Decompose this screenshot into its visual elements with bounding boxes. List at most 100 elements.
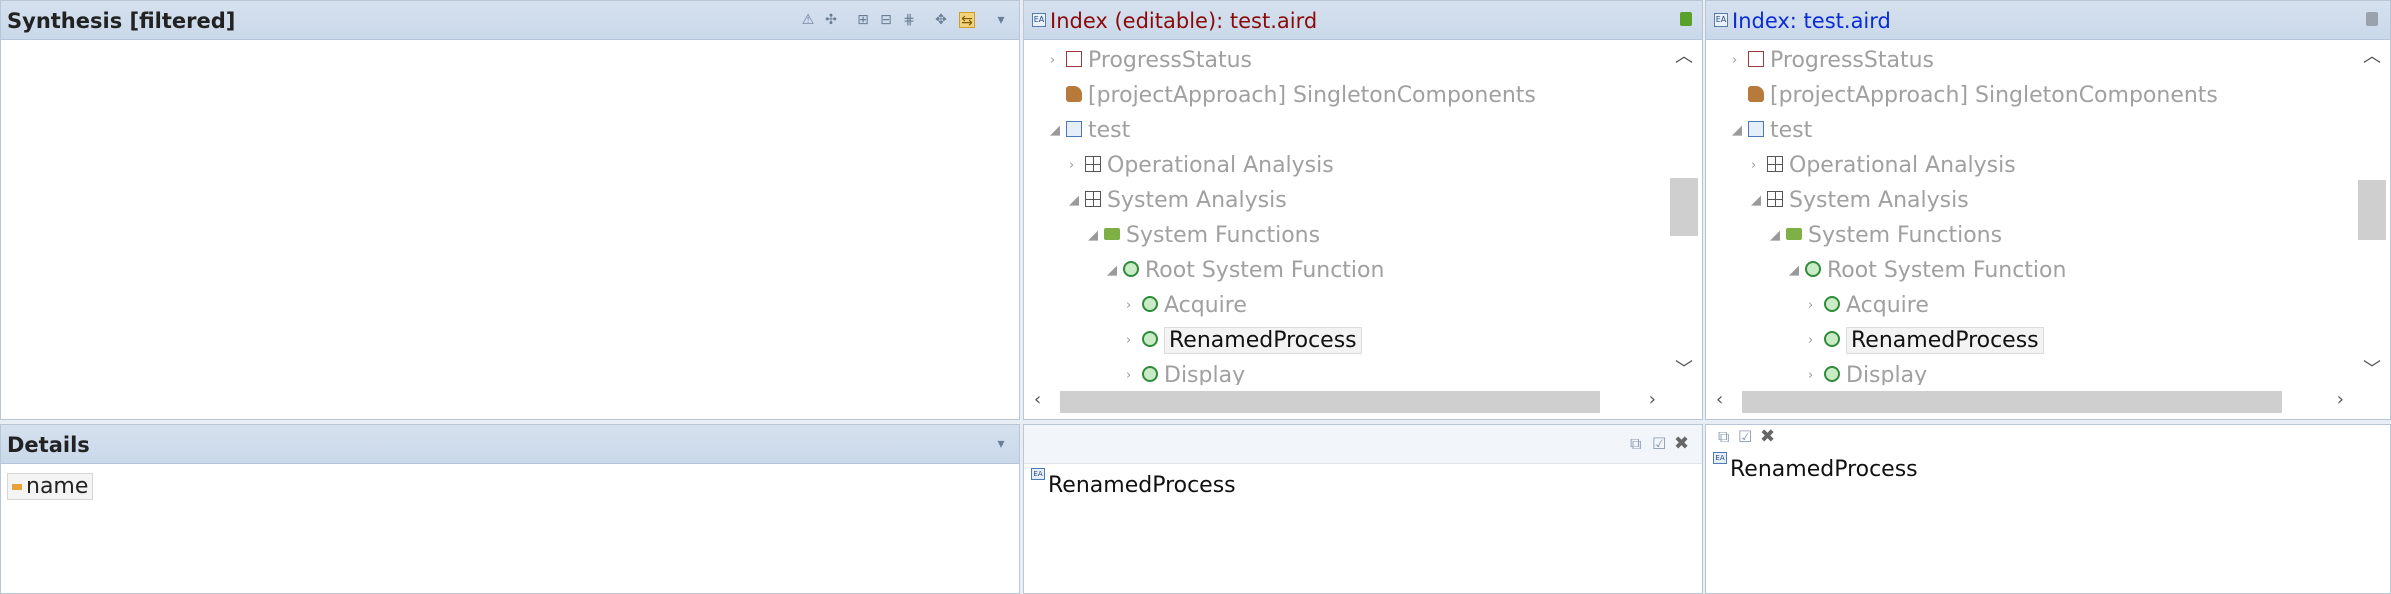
horizontal-scrollbar[interactable]: ‹ ›	[1706, 385, 2354, 419]
scroll-thumb[interactable]	[1742, 391, 2282, 413]
tree-row[interactable]: [projectApproach] SingletonComponents	[1066, 79, 1536, 113]
index-editable-title: Index (editable): test.aird	[1050, 9, 1318, 33]
tree-row[interactable]: ◢ System Functions	[1088, 219, 1320, 253]
index-readonly-header: EA Index: test.aird	[1706, 1, 2390, 40]
function-icon	[1123, 261, 1139, 277]
index-icon: EA	[1032, 13, 1046, 27]
synthesis-title: Synthesis [filtered]	[7, 9, 236, 33]
layer-icon	[1767, 191, 1783, 207]
tree-row[interactable]: [projectApproach] SingletonComponents	[1748, 79, 2218, 113]
link-with-editor-icon[interactable]: ⇆	[959, 12, 975, 29]
layer-icon	[1085, 191, 1101, 207]
settings-icon[interactable]: ✥	[933, 12, 949, 28]
tree-row[interactable]: ◢ Root System Function	[1107, 254, 1384, 288]
scroll-left-icon[interactable]: ‹	[1034, 389, 1041, 410]
table-icon	[1748, 51, 1764, 67]
tree-row[interactable]: ◢ System Analysis	[1751, 184, 1969, 218]
collapse-arrow-icon[interactable]: ◢	[1107, 254, 1117, 288]
check-icon[interactable]: ☑	[1738, 427, 1752, 446]
expand-arrow-icon[interactable]: ›	[1732, 44, 1737, 78]
index-editable-tree[interactable]: › ProgressStatus [projectApproach] Single…	[1024, 40, 1666, 385]
check-icon[interactable]: ☑	[1652, 434, 1666, 453]
expand-arrow-icon[interactable]: ›	[1069, 149, 1074, 183]
approach-icon	[1748, 86, 1764, 102]
expand-all-icon[interactable]: ⊞	[855, 12, 871, 28]
layer-icon	[1085, 156, 1101, 172]
scroll-right-icon[interactable]: ›	[2337, 389, 2344, 410]
vertical-scrollbar[interactable]: ︿ ﹀	[2354, 40, 2390, 385]
scroll-right-icon[interactable]: ›	[1649, 389, 1656, 410]
collapse-arrow-icon[interactable]: ◢	[1789, 254, 1799, 288]
tree-row-selected[interactable]: › RenamedProcess	[1126, 324, 1362, 358]
property-pane-right: ⧉ ☑ ✖ EA RenamedProcess	[1705, 424, 2391, 594]
index-readonly-pane: EA Index: test.aird › ProgressStatus [pro…	[1705, 0, 2391, 420]
tree-row[interactable]: › Display	[1808, 359, 1927, 385]
collapse-arrow-icon[interactable]: ◢	[1751, 184, 1761, 218]
name-field[interactable]: name	[7, 473, 94, 500]
collapse-arrow-icon[interactable]: ◢	[1050, 114, 1060, 148]
scroll-up-icon[interactable]: ︿	[2354, 42, 2390, 68]
collapse-all-icon[interactable]: ⊟	[878, 12, 894, 28]
tree-row[interactable]: › Operational Analysis	[1751, 149, 2016, 183]
tree-row[interactable]: › ProgressStatus	[1732, 44, 1934, 78]
index-readonly-tree[interactable]: › ProgressStatus [projectApproach] Single…	[1706, 40, 2354, 385]
expand-arrow-icon[interactable]: ›	[1808, 359, 1813, 385]
collapse-arrow-icon[interactable]: ◢	[1088, 219, 1098, 253]
restore-icon[interactable]: ⧉	[1630, 434, 1641, 454]
tree-row[interactable]: ◢ System Analysis	[1069, 184, 1287, 218]
scroll-left-icon[interactable]: ‹	[1716, 389, 1723, 410]
restore-icon[interactable]: ⧉	[1718, 427, 1729, 447]
expand-arrow-icon[interactable]: ›	[1808, 289, 1813, 323]
attribute-icon	[12, 484, 22, 490]
tree-row-selected[interactable]: › RenamedProcess	[1808, 324, 2044, 358]
tree-row[interactable]: › Operational Analysis	[1069, 149, 1334, 183]
close-icon[interactable]: ✖	[1760, 426, 1775, 447]
tree-row[interactable]: ◢ test	[1732, 114, 1812, 148]
expand-arrow-icon[interactable]: ›	[1126, 289, 1131, 323]
scroll-down-icon[interactable]: ﹀	[1666, 355, 1702, 381]
expand-arrow-icon[interactable]: ›	[1050, 44, 1055, 78]
synthesis-pane: Synthesis [filtered] ⚠ ✣ ⊞ ⊟ ⋕ ✥ ⇆ ▾	[0, 0, 1020, 420]
tree-row[interactable]: ◢ System Functions	[1770, 219, 2002, 253]
property-value: RenamedProcess	[1730, 457, 1918, 482]
collapse-arrow-icon[interactable]: ◢	[1770, 219, 1780, 253]
expand-arrow-icon[interactable]: ›	[1751, 149, 1756, 183]
layer-icon	[1767, 156, 1783, 172]
scroll-thumb[interactable]	[1060, 391, 1600, 413]
scroll-down-icon[interactable]: ﹀	[2354, 355, 2390, 381]
scroll-thumb[interactable]	[1670, 178, 1698, 236]
tree-row[interactable]: › Acquire	[1808, 289, 1929, 323]
function-icon	[1142, 296, 1158, 312]
element-icon: EA	[1031, 468, 1045, 480]
view-menu-icon[interactable]: ▾	[993, 436, 1009, 452]
property-value: RenamedProcess	[1048, 473, 1236, 498]
function-icon	[1824, 296, 1840, 312]
tree-row[interactable]: › Display	[1126, 359, 1245, 385]
view-menu-icon[interactable]: ▾	[993, 12, 1009, 28]
folder-icon	[1786, 228, 1802, 240]
details-field[interactable]: name	[7, 473, 94, 500]
tree-row[interactable]: ◢ test	[1050, 114, 1130, 148]
scroll-thumb[interactable]	[2358, 180, 2386, 240]
index-readonly-title: Index: test.aird	[1732, 9, 1891, 33]
function-icon	[1824, 331, 1840, 347]
expand-arrow-icon[interactable]: ›	[1126, 324, 1131, 358]
tree-row[interactable]: › Acquire	[1126, 289, 1247, 323]
unlocked-icon	[1680, 12, 1692, 26]
collapse-arrow-icon[interactable]: ◢	[1732, 114, 1742, 148]
approach-icon	[1066, 86, 1082, 102]
filter-icon[interactable]: ✣	[823, 12, 839, 28]
collapse-arrow-icon[interactable]: ◢	[1069, 184, 1079, 218]
expand-arrow-icon[interactable]: ›	[1808, 324, 1813, 358]
table-icon	[1066, 51, 1082, 67]
tree-row[interactable]: › ProgressStatus	[1050, 44, 1252, 78]
scroll-up-icon[interactable]: ︿	[1666, 42, 1702, 68]
horizontal-scrollbar[interactable]: ‹ ›	[1024, 385, 1666, 419]
warning-filter-icon[interactable]: ⚠	[800, 12, 816, 28]
function-icon	[1805, 261, 1821, 277]
close-icon[interactable]: ✖	[1674, 433, 1689, 454]
expand-arrow-icon[interactable]: ›	[1126, 359, 1131, 385]
tree-row[interactable]: ◢ Root System Function	[1789, 254, 2066, 288]
group-icon[interactable]: ⋕	[901, 12, 917, 28]
vertical-scrollbar[interactable]: ︿ ﹀	[1666, 40, 1702, 385]
